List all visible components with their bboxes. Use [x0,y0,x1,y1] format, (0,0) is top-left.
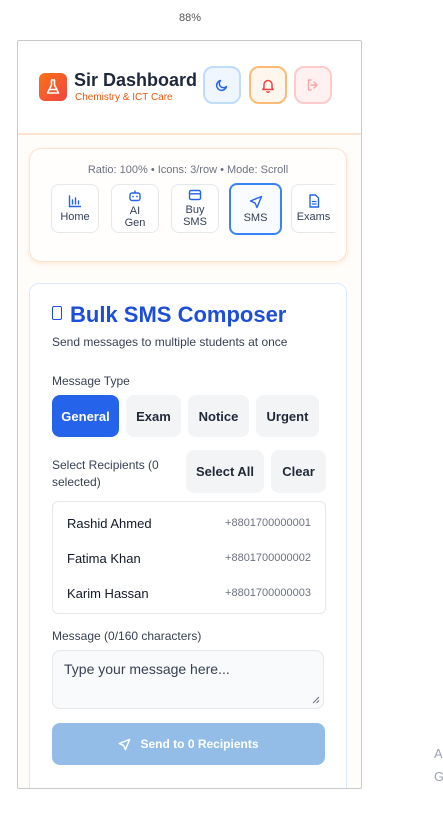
type-exam-button[interactable]: Exam [126,395,181,437]
bell-icon [262,79,274,93]
nav-exams-button[interactable]: Exams [291,184,335,233]
message-type-label: Message Type [52,374,130,388]
nav-settings-info: Ratio: 100% • Icons: 3/row • Mode: Scrol… [87,164,289,176]
recipient-row[interactable]: Rashid Ahmed +8801700000001 [53,506,325,541]
logout-button[interactable] [294,66,332,104]
recipient-name: Karim Hassan [67,586,149,601]
app-title: Sir Dashboard [74,70,198,90]
app-header: Sir Dashboard Chemistry & ICT Care [18,41,361,135]
nav-label: Home [60,210,90,223]
app-frame: Sir Dashboard Chemistry & ICT Care Ratio… [17,40,362,789]
logout-icon [307,79,318,91]
message-label: Message (0/160 characters) [52,629,202,643]
chart-icon [68,194,82,207]
recipient-phone: +8801700000003 [225,587,311,599]
side-letter: G [434,769,443,784]
recipient-name: Fatima Khan [67,551,141,566]
recipient-row[interactable]: Karim Hassan +8801700000003 [53,576,325,611]
document-icon [308,194,319,208]
send-label: Send to 0 Recipients [140,737,259,751]
recipients-label: Select Recipients (0 selected) [52,458,159,489]
card-icon [188,189,202,201]
clear-button[interactable]: Clear [271,450,326,493]
send-icon [249,195,262,208]
composer-title-text: Bulk SMS Composer [70,302,287,327]
recipient-row[interactable]: Fatima Khan +8801700000002 [53,541,325,576]
send-icon [119,738,131,750]
message-textarea[interactable] [52,650,324,709]
phone-icon [52,306,62,320]
type-urgent-button[interactable]: Urgent [256,395,319,437]
select-all-button[interactable]: Select All [186,450,264,493]
nav-ai-gen-button[interactable]: AI Gen [111,184,159,233]
composer-subtitle: Send messages to multiple students at on… [52,335,288,349]
type-notice-button[interactable]: Notice [188,395,249,437]
side-letter: A [434,746,443,761]
nav-label: AI Gen [124,204,146,229]
theme-toggle-button[interactable] [203,66,241,104]
nav-sms-button[interactable]: SMS [229,183,282,235]
nav-label: Buy SMS [183,204,207,228]
flask-icon [39,73,67,101]
nav-label: SMS [243,211,268,224]
nav-home-button[interactable]: Home [51,184,99,233]
recipient-list: Rashid Ahmed +8801700000001 Fatima Khan … [52,501,326,614]
nav-buy-sms-button[interactable]: Buy SMS [171,184,219,233]
moon-icon [215,79,228,92]
recipient-name: Rashid Ahmed [67,516,152,531]
zoom-level: 88% [178,12,202,24]
resize-grip-icon[interactable] [312,696,320,704]
bulk-sms-composer: Bulk SMS Composer Send messages to multi… [29,283,347,788]
type-general-button[interactable]: General [52,395,119,437]
app-subtitle: Chemistry & ICT Care [75,92,173,103]
notifications-button[interactable] [249,66,287,104]
send-button[interactable]: Send to 0 Recipients [52,723,325,765]
robot-icon [129,190,141,201]
recipient-phone: +8801700000002 [225,552,311,564]
nav-label: Exams [296,211,331,223]
recipient-phone: +8801700000001 [225,517,311,529]
quick-nav-card: Ratio: 100% • Icons: 3/row • Mode: Scrol… [29,148,347,262]
composer-title: Bulk SMS Composer [52,302,286,328]
